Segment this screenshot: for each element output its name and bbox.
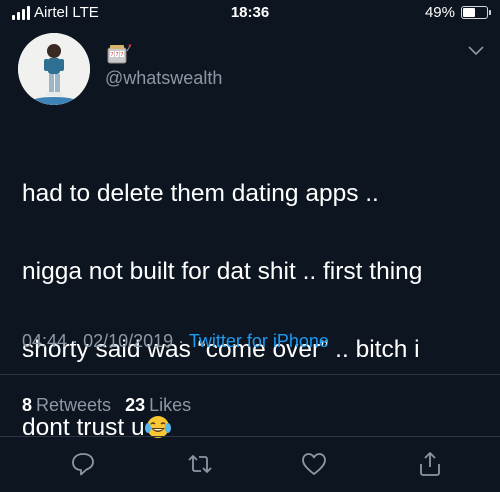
tweet-time: 04:44 bbox=[22, 331, 68, 351]
tweet-text: had to delete them dating apps .. nigga … bbox=[22, 135, 492, 486]
meta-separator: · bbox=[178, 331, 189, 351]
battery-icon bbox=[461, 6, 491, 19]
svg-text:7: 7 bbox=[115, 52, 118, 58]
svg-text:7: 7 bbox=[110, 52, 113, 58]
tweet-line: had to delete them dating apps .. bbox=[22, 180, 379, 207]
battery-percent: 49% bbox=[424, 4, 455, 21]
tweet-stats: 8 Retweets 23 Likes bbox=[22, 395, 191, 416]
status-bar: Airtel LTE 18:36 49% bbox=[0, 0, 500, 30]
user-handle: @whatswealth bbox=[105, 68, 223, 88]
divider bbox=[0, 374, 500, 375]
status-right: 49% bbox=[424, 4, 491, 21]
svg-text:7: 7 bbox=[120, 52, 123, 58]
retweets-count: 8 bbox=[22, 395, 33, 415]
meta-separator: · bbox=[72, 331, 84, 351]
tweet-source-link[interactable]: Twitter for iPhone bbox=[189, 331, 329, 351]
retweets-label: Retweets bbox=[36, 395, 112, 415]
likes-stat[interactable]: 23 Likes bbox=[125, 395, 191, 416]
heart-icon[interactable] bbox=[300, 450, 328, 478]
tweet-date: 02/10/2019 bbox=[83, 331, 174, 351]
tweet-meta: 04:44 · 02/10/2019 · Twitter for iPhone bbox=[22, 331, 329, 352]
divider bbox=[0, 436, 500, 437]
retweet-icon[interactable] bbox=[186, 450, 214, 478]
reply-icon[interactable] bbox=[69, 450, 97, 478]
avatar[interactable] bbox=[18, 33, 90, 105]
battery-fill bbox=[463, 8, 476, 17]
slot-machine-icon: 7 7 7 bbox=[107, 44, 131, 64]
share-icon[interactable] bbox=[416, 450, 444, 478]
likes-label: Likes bbox=[149, 395, 192, 415]
tweet-detail-screen: Airtel LTE 18:36 49% 7 7 7 @whatswealth … bbox=[0, 0, 500, 492]
retweets-stat[interactable]: 8 Retweets bbox=[22, 395, 111, 416]
avatar-image bbox=[18, 33, 90, 105]
tweet-line: nigga not built for dat shit .. first th… bbox=[22, 258, 423, 285]
tweet-header: 7 7 7 @whatswealth bbox=[0, 30, 500, 120]
action-bar bbox=[0, 446, 500, 482]
user-block[interactable]: 7 7 7 @whatswealth bbox=[105, 40, 222, 89]
likes-count: 23 bbox=[125, 395, 146, 415]
chevron-down-icon[interactable] bbox=[466, 44, 486, 58]
